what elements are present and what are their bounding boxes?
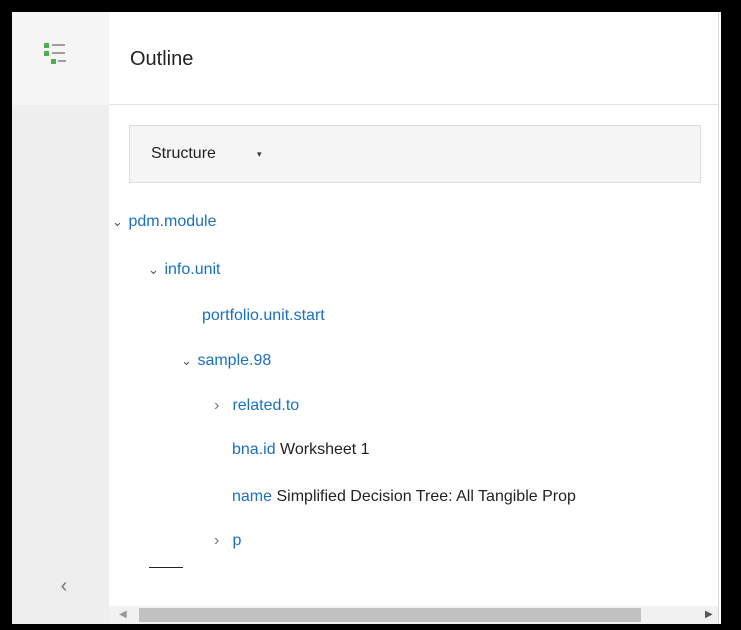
tree-node-key[interactable]: bna.id bbox=[232, 441, 276, 458]
scroll-left-icon[interactable]: ◀ bbox=[119, 609, 127, 620]
panel-header: Outline bbox=[109, 12, 721, 105]
chevron-right-icon[interactable]: › bbox=[214, 529, 228, 553]
tree-node-portfolio-unit-start[interactable]: portfolio.unit.start bbox=[202, 304, 325, 328]
side-rail: ‹ bbox=[12, 12, 109, 624]
chevron-right-icon[interactable]: › bbox=[214, 394, 228, 418]
tree-node-info-unit[interactable]: ⌄ info.unit bbox=[148, 258, 221, 282]
tree-node-label[interactable]: portfolio.unit.start bbox=[202, 307, 325, 324]
tree-node-key[interactable]: name bbox=[232, 488, 272, 505]
tree-node-bna-id[interactable]: bna.id Worksheet 1 bbox=[232, 438, 370, 462]
tree-node-name[interactable]: name Simplified Decision Tree: All Tangi… bbox=[232, 485, 576, 509]
outline-panel: ‹ Outline Structure ▾ ⌄ pdm.module ⌄ inf… bbox=[12, 12, 721, 624]
outline-icon[interactable] bbox=[42, 41, 68, 67]
tree-node-related-to[interactable]: › related.to bbox=[214, 394, 299, 418]
structure-dropdown[interactable]: Structure ▾ bbox=[129, 125, 701, 183]
horizontal-scrollbar[interactable]: ◀ ▶ bbox=[109, 606, 721, 624]
chevron-down-icon[interactable]: ⌄ bbox=[148, 258, 160, 282]
tree-node-pdm-module[interactable]: ⌄ pdm.module bbox=[112, 210, 217, 234]
panel-title: Outline bbox=[130, 48, 194, 70]
tree-node-label[interactable]: info.unit bbox=[164, 261, 220, 278]
panel-right-edge bbox=[718, 12, 721, 624]
tree-node-label[interactable]: related.to bbox=[232, 397, 299, 414]
tree-node-label[interactable]: sample.98 bbox=[197, 352, 271, 369]
collapse-panel-icon[interactable]: ‹ bbox=[54, 576, 74, 596]
scrollbar-thumb[interactable] bbox=[139, 608, 641, 622]
tree-node-label[interactable]: pdm.module bbox=[128, 213, 216, 230]
tree-node-p[interactable]: › p bbox=[214, 529, 241, 553]
structure-label: Structure bbox=[151, 145, 216, 162]
tree-node-sample-98[interactable]: ⌄ sample.98 bbox=[181, 349, 271, 373]
chevron-down-icon[interactable]: ⌄ bbox=[112, 210, 124, 234]
caret-down-icon: ▾ bbox=[257, 149, 262, 159]
tree-node-value: Worksheet 1 bbox=[280, 441, 370, 458]
tree-node-label[interactable]: p bbox=[232, 532, 241, 549]
scroll-right-icon[interactable]: ▶ bbox=[705, 609, 713, 620]
divider bbox=[149, 567, 183, 568]
tree-node-value: Simplified Decision Tree: All Tangible P… bbox=[276, 488, 576, 505]
chevron-down-icon[interactable]: ⌄ bbox=[181, 349, 193, 373]
